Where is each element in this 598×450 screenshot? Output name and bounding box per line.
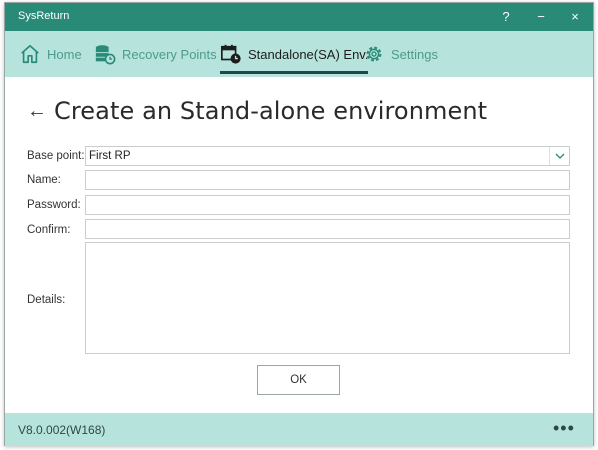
base-point-value: First RP xyxy=(89,150,131,162)
close-button[interactable]: × xyxy=(558,3,592,31)
app-window: SysReturn ? − × Home Recovery Points Sta… xyxy=(4,2,594,446)
nav-home-label: Home xyxy=(47,46,82,62)
chevron-down-icon[interactable] xyxy=(549,147,569,165)
more-options-button[interactable]: ••• xyxy=(553,418,575,439)
app-title: SysReturn xyxy=(18,10,70,22)
database-restore-icon xyxy=(95,45,116,65)
calendar-clock-icon xyxy=(221,44,241,64)
home-icon xyxy=(21,44,39,64)
help-button[interactable]: ? xyxy=(489,3,523,31)
password-input[interactable] xyxy=(85,195,570,215)
gear-icon xyxy=(366,46,382,62)
nav-settings-label: Settings xyxy=(391,46,438,62)
title-bar: SysReturn ? − × xyxy=(5,3,593,31)
back-button[interactable]: ← xyxy=(27,100,47,123)
nav-recovery-points-label: Recovery Points xyxy=(122,46,217,62)
name-label: Name: xyxy=(27,174,61,186)
confirm-label: Confirm: xyxy=(27,224,71,236)
confirm-input[interactable] xyxy=(85,219,570,239)
nav-bar: Home Recovery Points Standalone(SA) Env.… xyxy=(5,31,593,77)
nav-settings[interactable]: Settings xyxy=(363,31,438,77)
nav-standalone-env[interactable]: Standalone(SA) Env. xyxy=(220,31,369,77)
name-input[interactable] xyxy=(85,170,570,190)
base-point-label: Base point: xyxy=(27,150,85,162)
nav-home[interactable]: Home xyxy=(19,31,82,77)
page-header: ← Create an Stand-alone environment xyxy=(27,97,487,125)
ok-button[interactable]: OK xyxy=(257,365,340,395)
details-label: Details: xyxy=(27,294,66,306)
nav-recovery-points[interactable]: Recovery Points xyxy=(94,31,217,77)
version-label: V8.0.002(W168) xyxy=(18,423,106,437)
details-textarea[interactable] xyxy=(85,242,570,354)
base-point-select[interactable]: First RP xyxy=(85,146,570,166)
page-title: Create an Stand-alone environment xyxy=(54,97,488,125)
password-label: Password: xyxy=(27,199,81,211)
minimize-button[interactable]: − xyxy=(524,3,558,31)
nav-standalone-env-label: Standalone(SA) Env. xyxy=(248,46,369,62)
status-bar: V8.0.002(W168) ••• xyxy=(5,413,593,446)
